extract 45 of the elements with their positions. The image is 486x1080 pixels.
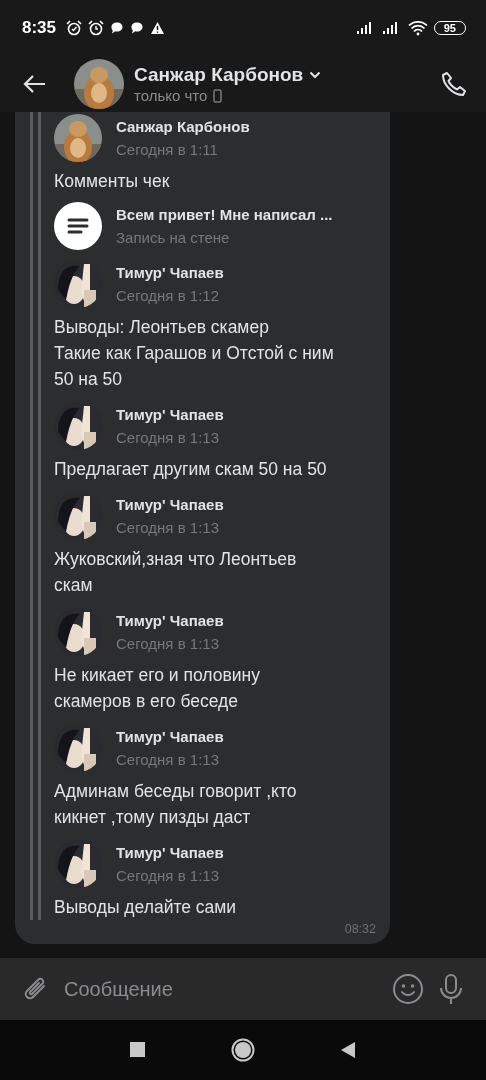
message-text: Админам беседы говорит ,кто кикнет ,тому пизды даст — [54, 780, 298, 829]
message-text: Комменты чек — [54, 170, 171, 193]
chevron-down-icon[interactable] — [309, 71, 322, 79]
author-name: Тимур' Чапаев — [116, 264, 224, 281]
author-name: Тимур' Чапаев — [116, 406, 224, 423]
phone-device-icon — [213, 88, 223, 103]
warning-icon — [150, 21, 166, 35]
message-text: Не кикает его и половину скамеров в его беседе — [54, 664, 261, 713]
message-date: Сегодня в 1:13 — [116, 519, 220, 536]
chat-bubble-icon — [130, 21, 145, 35]
author-name: Санжар Карбонов — [116, 118, 250, 135]
message-input[interactable]: Сообщение — [64, 971, 378, 1007]
back-icon[interactable] — [340, 1041, 356, 1059]
post-icon[interactable] — [54, 202, 102, 250]
post-title[interactable]: Всем привет! Мне написал ... — [116, 206, 333, 223]
recent-apps-icon[interactable] — [130, 1042, 146, 1058]
back-arrow-icon[interactable] — [22, 74, 46, 94]
message-composer[interactable]: Сообщение — [0, 958, 486, 1020]
phone-call-icon[interactable] — [440, 70, 468, 98]
message-date: Сегодня в 1:11 — [116, 141, 219, 158]
author-name: Тимур' Чапаев — [116, 496, 224, 513]
message-text: Выводы делайте сами — [54, 896, 238, 919]
author-name: Тимур' Чапаев — [116, 612, 224, 629]
microphone-icon[interactable] — [438, 973, 464, 1005]
author-name: Тимур' Чапаев — [116, 844, 224, 861]
author-name: Тимур' Чапаев — [116, 728, 224, 745]
message-date: Сегодня в 1:13 — [116, 635, 220, 652]
message-text: Предлагает другим скам 50 на 50 — [54, 458, 328, 481]
message-date: Сегодня в 1:12 — [116, 287, 220, 304]
post-type: Запись на стене — [116, 229, 231, 246]
alarm-clock-icon — [88, 20, 105, 36]
wifi-icon — [407, 20, 428, 36]
last-seen-status: только что — [134, 87, 208, 104]
message-date: Сегодня в 1:13 — [116, 751, 220, 768]
message-text: Жуковский,зная что Леонтьев скам — [54, 548, 298, 597]
alarm-clock-icon — [66, 20, 83, 36]
status-time: 8:35 — [22, 18, 57, 38]
emoji-icon[interactable] — [392, 973, 424, 1005]
message-time: 08:32 — [343, 922, 376, 936]
message-date: Сегодня в 1:13 — [116, 429, 220, 446]
contact-name[interactable]: Санжар Карбонов — [134, 64, 304, 86]
chat-bubble-icon — [110, 21, 125, 35]
message-date: Сегодня в 1:13 — [116, 867, 220, 884]
home-icon[interactable] — [231, 1038, 255, 1062]
message-text: Выводы: Леонтьев скамер Такие как Гарашов и Отстой с ним 50 на 50 — [54, 316, 335, 391]
